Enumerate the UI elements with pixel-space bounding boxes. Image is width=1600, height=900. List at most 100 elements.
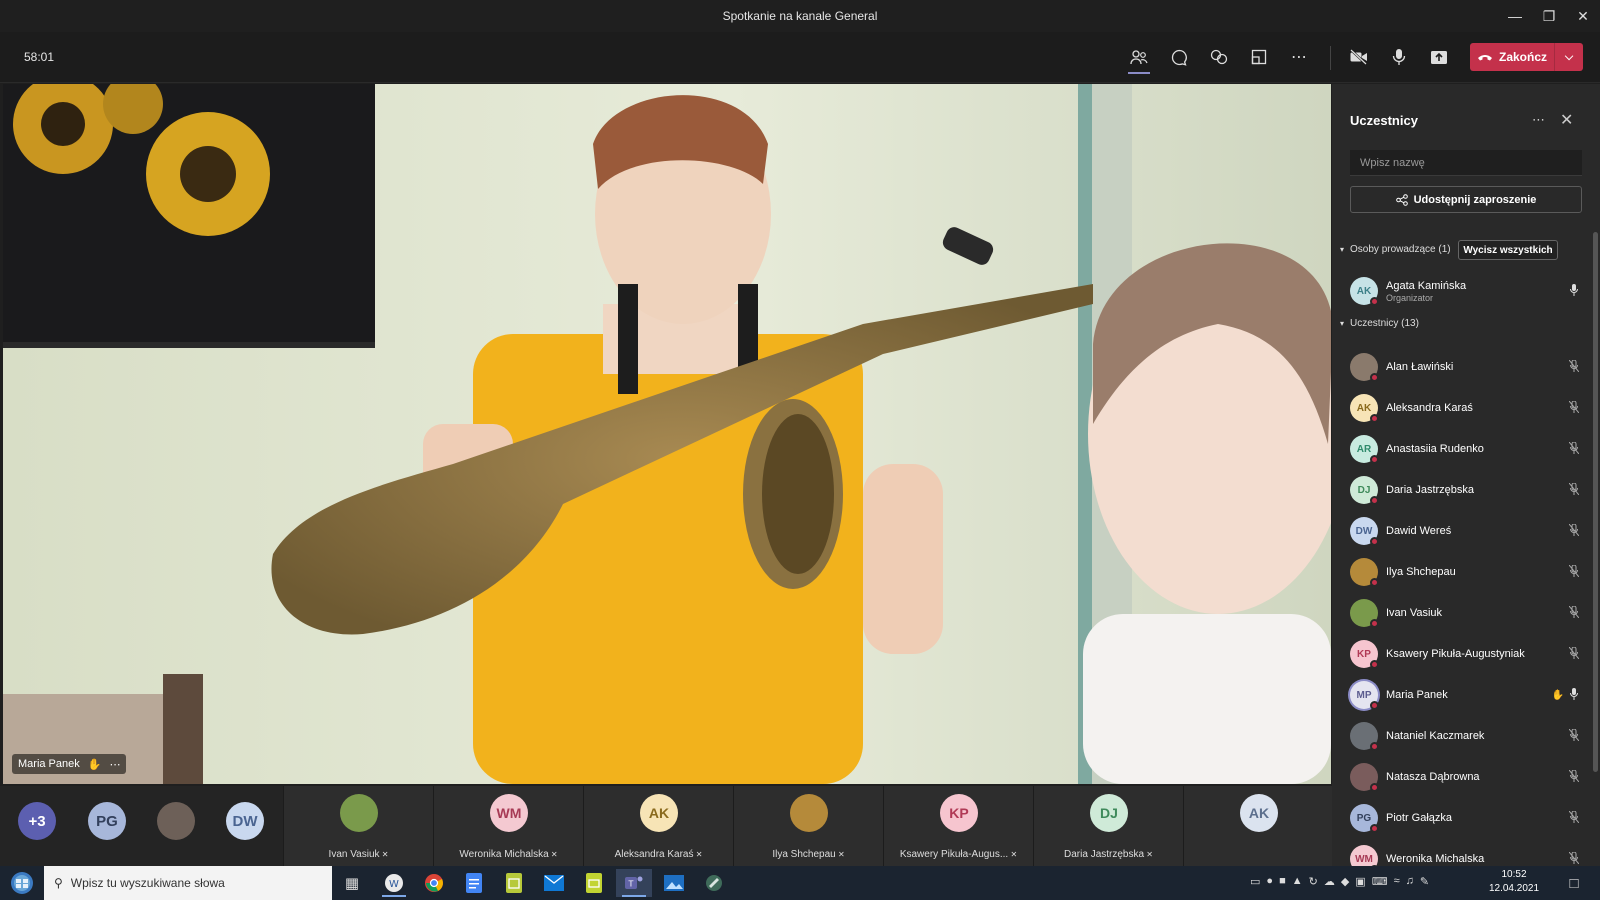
bluetooth-icon[interactable]: ▲ [1292, 875, 1303, 888]
share-screen-icon[interactable] [1424, 42, 1454, 72]
taskbar-search-input[interactable] [70, 876, 311, 890]
windows-taskbar: ⚲ ▦ W T ▭ ● ■ ▲ ↻ ☁ ◆ ▣ ⌨ ≈ ♫ ✎ 10:52 12… [0, 866, 1600, 900]
participant-row[interactable]: Ivan Vasiuk [1350, 596, 1582, 630]
mute-all-button[interactable]: Wycisz wszystkich [1458, 240, 1558, 260]
participant-row[interactable]: PG Piotr Gałązka [1350, 801, 1582, 835]
start-button[interactable] [0, 866, 44, 900]
participant-search-input[interactable] [1350, 150, 1582, 176]
chat-icon[interactable] [1164, 42, 1194, 72]
photos-app-icon[interactable] [656, 869, 692, 897]
taskbar-search[interactable]: ⚲ [44, 866, 332, 900]
participant-row[interactable]: Ilya Shchepau [1350, 555, 1582, 589]
mic-off-icon[interactable] [1566, 441, 1582, 457]
mic-off-icon[interactable] [1566, 523, 1582, 539]
participant-tile[interactable]: Ilya Shchepau ✕ [733, 786, 883, 866]
participant-row[interactable]: Nataniel Kaczmarek [1350, 719, 1582, 753]
mic-off-icon[interactable] [1566, 400, 1582, 416]
task-view-icon[interactable]: ▦ [334, 869, 370, 897]
mic-off-icon[interactable] [1566, 359, 1582, 375]
maximize-icon[interactable]: ❐ [1532, 0, 1566, 32]
mic-on-icon[interactable] [1566, 283, 1582, 299]
participant-name: Ilya Shchepau [1386, 566, 1456, 578]
share-invite-button[interactable]: Udostępnij zaproszenie [1350, 186, 1582, 213]
more-actions-icon[interactable]: ⋯ [1284, 42, 1314, 72]
camera-off-icon[interactable] [1344, 42, 1374, 72]
microphone-icon[interactable] [1384, 42, 1414, 72]
participant-tile[interactable]: Ivan Vasiuk ✕ [283, 786, 433, 866]
teams-meeting-window: Spotkanie na kanale General — ❐ ✕ 58:01 … [0, 0, 1600, 900]
main-video-stage[interactable]: Maria Panek ✋ ⋯ [3, 84, 1331, 784]
mic-off-icon[interactable] [1566, 646, 1582, 662]
minimize-icon[interactable]: — [1498, 0, 1532, 32]
mail-app-icon[interactable] [536, 869, 572, 897]
mini-participant-avatar[interactable] [157, 802, 195, 840]
participant-row[interactable]: MP Maria Panek ✋ [1350, 678, 1582, 712]
participant-row[interactable]: DW Dawid Wereś [1350, 514, 1582, 548]
display-icon[interactable]: ▣ [1355, 875, 1365, 888]
panel-more-icon[interactable]: ⋯ [1532, 112, 1545, 128]
network-status-icon[interactable]: ▭ [1250, 875, 1260, 888]
avatar-initials: AR [1356, 443, 1372, 455]
pen-icon[interactable]: ✎ [1420, 875, 1429, 888]
participant-tile[interactable]: WM Weronika Michalska ✕ [433, 786, 583, 866]
mic-off-icon[interactable] [1566, 564, 1582, 580]
participant-row[interactable]: AK Aleksandra Karaś [1350, 391, 1582, 425]
tile-name: Weronika Michalska ✕ [434, 849, 583, 860]
participant-row[interactable]: AR Anastasiia Rudenko [1350, 432, 1582, 466]
panel-scrollbar[interactable] [1593, 232, 1598, 772]
keyboard-icon[interactable]: ⌨ [1372, 875, 1388, 888]
security-shield-icon[interactable]: ◆ [1341, 875, 1349, 888]
mic-off-icon[interactable] [1566, 810, 1582, 826]
mic-off-icon[interactable] [1566, 728, 1582, 744]
participant-tile[interactable]: AK Aleksandra Karaś ✕ [583, 786, 733, 866]
overflow-count-button[interactable]: +3 [18, 802, 56, 840]
notifications-icon[interactable]: □ [1556, 869, 1592, 897]
chrome-app-icon[interactable] [416, 869, 452, 897]
end-call-main[interactable]: Zakończ [1470, 43, 1555, 71]
participant-row[interactable]: Alan Ławiński [1350, 350, 1582, 384]
participants-icon[interactable] [1124, 42, 1154, 74]
teams-tray-icon[interactable]: ■ [1279, 875, 1286, 888]
mic-off-icon[interactable] [1566, 482, 1582, 498]
rooms-layout-icon[interactable] [1244, 42, 1274, 72]
participant-row[interactable]: KP Ksawery Pikuła-Augustyniak [1350, 637, 1582, 671]
word-app-icon[interactable]: W [376, 869, 412, 897]
panel-close-icon[interactable]: ✕ [1560, 110, 1573, 130]
participant-tile[interactable]: KP Ksawery Pikuła-Augus... ✕ [883, 786, 1033, 866]
attendees-section-toggle[interactable]: ▾ Uczestnicy (13) [1340, 318, 1419, 329]
close-window-icon[interactable]: ✕ [1566, 0, 1600, 32]
sync-icon[interactable]: ↻ [1309, 875, 1318, 888]
participant-row[interactable]: WM Weronika Michalska [1350, 842, 1582, 866]
slides-app-icon[interactable] [576, 869, 612, 897]
teams-app-icon[interactable]: T [616, 869, 652, 897]
participant-row[interactable]: Natasza Dąbrowna [1350, 760, 1582, 794]
mini-participant-avatar[interactable]: DW [226, 802, 264, 840]
cloud-icon[interactable]: ☁ [1324, 875, 1335, 888]
participant-tile[interactable]: AK [1183, 786, 1333, 866]
participant-name: Agata Kamińska [1386, 279, 1467, 292]
mic-on-icon[interactable] [1566, 687, 1582, 703]
mini-participant-avatar[interactable]: PG [88, 802, 126, 840]
presenter-row[interactable]: AK Agata Kamińska Organizator [1350, 274, 1582, 308]
participant-tile[interactable]: DJ Daria Jastrzębska ✕ [1033, 786, 1183, 866]
breakout-rooms-icon[interactable] [1204, 42, 1234, 72]
volume-icon[interactable]: ♫ [1406, 875, 1414, 888]
wifi-icon[interactable]: ≈ [1394, 875, 1400, 888]
mic-off-icon[interactable] [1566, 605, 1582, 621]
participant-name: Piotr Gałązka [1386, 812, 1453, 824]
participant-row[interactable]: DJ Daria Jastrzębska [1350, 473, 1582, 507]
docs-app-icon[interactable] [456, 869, 492, 897]
avatar: AK [1240, 794, 1278, 832]
sheets-app-icon[interactable] [496, 869, 532, 897]
presenters-section-toggle[interactable]: ▾ Osoby prowadzące (1) [1340, 244, 1451, 255]
mic-off-icon[interactable] [1566, 851, 1582, 867]
tools-app-icon[interactable] [696, 869, 732, 897]
tile-more-icon[interactable]: ⋯ [109, 758, 120, 771]
mic-off-icon[interactable] [1566, 769, 1582, 785]
taskbar-clock[interactable]: 10:52 12.04.2021 [1484, 868, 1544, 896]
tile-name-text: Ksawery Pikuła-Augus... [899, 849, 1009, 860]
end-call-button[interactable]: Zakończ ⌵ [1470, 43, 1583, 71]
chevron-down-icon[interactable]: ⌵ [1555, 51, 1583, 64]
tray-mic-icon[interactable]: ● [1266, 875, 1273, 888]
participant-info: Aleksandra Karaś [1386, 402, 1566, 414]
